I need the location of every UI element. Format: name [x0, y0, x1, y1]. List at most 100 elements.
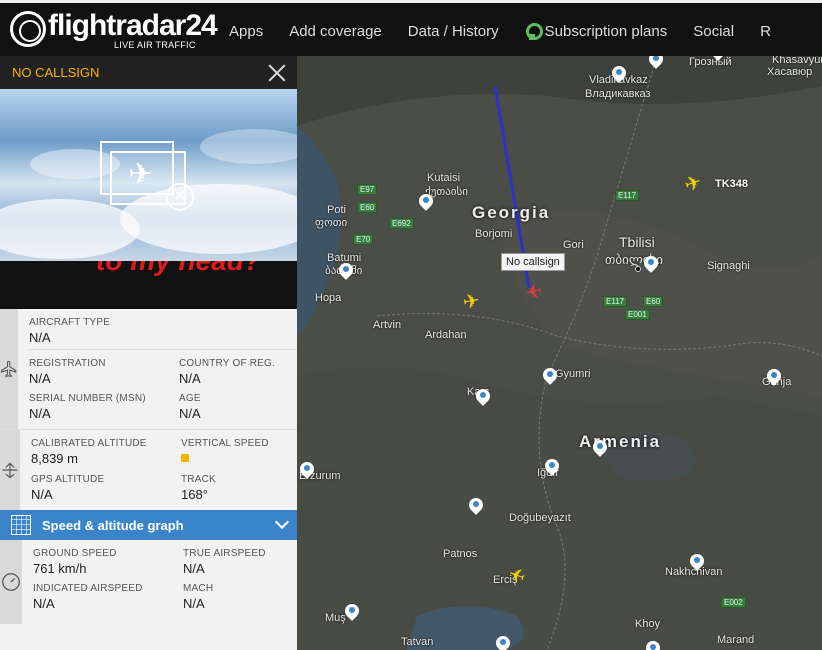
speedometer-icon: [0, 540, 22, 624]
lock-icon[interactable]: [181, 454, 189, 462]
road-label: E60: [643, 296, 664, 307]
app-window: flightradar24 LIVE AIR TRAFFIC Apps Add …: [0, 0, 822, 650]
altitude-section: CALIBRATED ALTITUDE 8,839 m VERTICAL SPE…: [0, 430, 297, 510]
cal-alt-value: 8,839 m: [31, 451, 78, 466]
airport-pin-icon[interactable]: [419, 194, 433, 212]
nav-data-history[interactable]: Data / History: [395, 23, 512, 40]
nav-subscription-plans[interactable]: Subscription plans: [512, 23, 681, 40]
city-poti: Poti: [327, 204, 346, 216]
registration-value: N/A: [29, 371, 51, 386]
airport-pin-icon[interactable]: [469, 498, 483, 516]
city-hopa: Hopa: [315, 292, 342, 304]
country-label-armenia: Armenia: [579, 432, 662, 451]
aircraft-type-value: N/A: [29, 330, 51, 345]
callsign-title: NO CALLSIGN: [12, 65, 100, 80]
subscription-badge-icon: [525, 23, 543, 40]
city-khoy: Khoy: [635, 618, 661, 630]
road-label: E70: [353, 234, 374, 245]
airport-pin-icon[interactable]: [339, 263, 353, 281]
aircraft-info-panel: NO CALLSIGN ✈ × to my head?: [0, 56, 329, 650]
gps-alt-value: N/A: [31, 487, 53, 502]
flight-label-tk348[interactable]: TK348: [715, 178, 748, 190]
city-tatvan: Tatvan: [401, 636, 434, 648]
ind-airspeed-value: N/A: [33, 596, 55, 611]
ind-airspeed-label: INDICATED AIRSPEED: [33, 583, 143, 594]
top-navigation-bar: flightradar24 LIVE AIR TRAFFIC Apps Add …: [0, 0, 822, 56]
airport-pin-icon[interactable]: [612, 66, 626, 84]
no-photo-icon: ✈ ×: [100, 141, 196, 213]
panel-header: NO CALLSIGN: [0, 56, 297, 89]
speed-altitude-graph-toggle[interactable]: Speed & altitude graph: [0, 510, 297, 540]
road-label: E117: [615, 190, 640, 201]
city-borjomi: Borjomi: [475, 228, 513, 240]
city-khasavyurt: Khasavyur: [772, 56, 822, 66]
airport-pin-icon[interactable]: [345, 604, 359, 622]
ad-banner-text: to my head?: [96, 261, 261, 277]
airport-pin-icon[interactable]: [644, 256, 658, 274]
city-tbilisi: Tbilisi: [619, 234, 655, 250]
flightradar24-logo[interactable]: flightradar24 LIVE AIR TRAFFIC: [10, 9, 218, 55]
cal-alt-label: CALIBRATED ALTITUDE: [31, 438, 147, 449]
city-marand: Marand: [717, 634, 755, 646]
airport-pin-icon[interactable]: [300, 462, 314, 480]
aircraft-type-label: AIRCRAFT TYPE: [29, 317, 111, 328]
main-nav: Apps Add coverage Data / History Subscri…: [216, 3, 784, 59]
nav-more[interactable]: R: [747, 23, 784, 40]
airport-pin-icon[interactable]: [543, 368, 557, 386]
airport-pin-icon[interactable]: [767, 369, 781, 387]
close-panel-button[interactable]: [267, 63, 287, 83]
airplane-icon: [0, 309, 18, 429]
road-label: E60: [357, 202, 378, 213]
registration-label: REGISTRATION: [29, 358, 106, 369]
city-ardahan: Ardahan: [425, 329, 467, 341]
nav-social[interactable]: Social: [680, 23, 747, 40]
city-poti-ka: ფოთი: [315, 217, 348, 229]
chevron-down-icon: [274, 514, 290, 530]
graph-label: Speed & altitude graph: [42, 517, 184, 533]
airport-pin-icon[interactable]: [646, 641, 660, 650]
airport-pin-icon[interactable]: [649, 56, 663, 70]
city-vladikavkaz-ru: Владикавказ: [585, 88, 651, 100]
road-label: E692: [389, 218, 414, 229]
aircraft-icon[interactable]: ✈: [461, 290, 481, 315]
map-view[interactable]: Georgia Armenia Vladikavkaz Владикавказ …: [297, 56, 822, 650]
aircraft-section: AIRCRAFT TYPE N/A REGISTRATION N/A COUNT…: [0, 309, 329, 430]
road-label: E117: [603, 296, 628, 307]
country-label-georgia: Georgia: [472, 203, 551, 222]
logo-text: flightradar24: [48, 9, 218, 42]
road-label: E002: [721, 597, 746, 608]
speed-section: GROUND SPEED 761 km/h TRUE AIRSPEED N/A …: [0, 540, 297, 624]
ad-banner[interactable]: to my head?: [0, 261, 297, 309]
city-khasavyurt-ru: Хасавюр: [767, 66, 813, 78]
altitude-icon: [0, 430, 20, 510]
city-signaghi: Signaghi: [707, 260, 750, 272]
logo-tagline: LIVE AIR TRAFFIC: [114, 40, 196, 50]
radar-logo-icon: [10, 11, 46, 47]
nav-apps[interactable]: Apps: [216, 23, 276, 40]
msn-label: SERIAL NUMBER (MSN): [29, 393, 146, 404]
graph-icon: [0, 510, 42, 540]
nav-subscription-label: Subscription plans: [544, 22, 668, 40]
airport-pin-icon[interactable]: [545, 459, 559, 477]
city-mus: Muş: [325, 612, 346, 624]
road-label: E001: [625, 309, 650, 320]
airport-pin-icon[interactable]: [496, 636, 510, 650]
airport-pin-icon[interactable]: [711, 56, 725, 62]
ground-speed-label: GROUND SPEED: [33, 548, 117, 559]
airport-pin-icon[interactable]: [690, 554, 704, 572]
road-label: E97: [357, 184, 378, 195]
msn-value: N/A: [29, 406, 51, 421]
gps-alt-label: GPS ALTITUDE: [31, 474, 105, 485]
city-artvin: Artvin: [373, 319, 402, 331]
city-patnos: Patnos: [443, 548, 478, 560]
city-gyumri: Gyumri: [555, 368, 591, 380]
city-kutaisi: Kutaisi: [427, 172, 461, 184]
aircraft-photo-placeholder: ✈ ×: [0, 89, 297, 261]
ground-speed-value: 761 km/h: [33, 561, 87, 576]
airport-pin-icon[interactable]: [593, 440, 607, 458]
airport-pin-icon[interactable]: [476, 389, 490, 407]
nav-add-coverage[interactable]: Add coverage: [276, 23, 395, 40]
city-dogubeyazit: Doğubeyazıt: [509, 512, 571, 524]
city-gori: Gori: [563, 239, 584, 251]
selected-flight-tooltip: No callsign: [501, 253, 565, 271]
